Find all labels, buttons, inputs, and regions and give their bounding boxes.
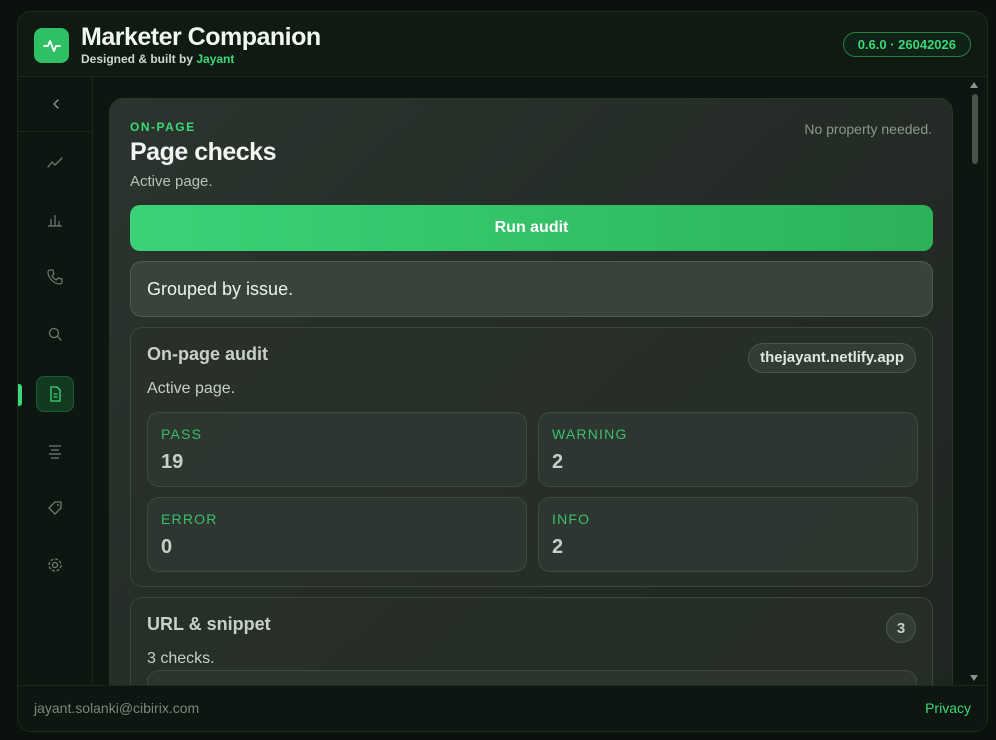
check-count-badge: 3 bbox=[886, 613, 916, 643]
align-center-icon bbox=[49, 445, 61, 459]
app-title: Marketer Companion bbox=[81, 23, 321, 51]
scrollbar-thumb[interactable] bbox=[972, 94, 978, 164]
author-link[interactable]: Jayant bbox=[196, 52, 234, 66]
stat-value: 2 bbox=[552, 451, 564, 473]
nav-analytics[interactable] bbox=[36, 202, 74, 238]
section-eyebrow: ON-PAGE bbox=[130, 120, 196, 134]
nav-search[interactable] bbox=[36, 316, 74, 352]
audit-card-subtitle: Active page. bbox=[147, 380, 236, 397]
run-audit-button[interactable]: Run audit bbox=[130, 205, 933, 251]
nav-page-checks[interactable] bbox=[36, 376, 74, 412]
nav-calls[interactable] bbox=[36, 259, 74, 295]
app-window: Marketer Companion Designed & built by J… bbox=[17, 11, 988, 732]
on-page-audit-card: On-page audit thejayant.netlify.app Acti… bbox=[130, 327, 933, 587]
stat-pass: PASS 19 bbox=[147, 412, 527, 487]
stat-label: WARNING bbox=[552, 426, 628, 442]
sidebar bbox=[18, 77, 93, 685]
app-credit: Designed & built by Jayant bbox=[81, 52, 234, 66]
stat-value: 0 bbox=[161, 536, 173, 558]
url-card-title: URL & snippet bbox=[147, 614, 271, 634]
activity-pulse-icon bbox=[34, 28, 69, 63]
grouping-text: Grouped by issue. bbox=[147, 278, 294, 299]
bar-chart-icon bbox=[48, 215, 62, 227]
audit-card-title: On-page audit bbox=[147, 344, 268, 364]
tag-icon bbox=[48, 501, 62, 515]
page-title: Page checks bbox=[130, 138, 277, 166]
stat-error: ERROR 0 bbox=[147, 497, 527, 572]
nav-settings[interactable] bbox=[36, 547, 74, 583]
chevron-left-icon bbox=[52, 99, 59, 109]
privacy-link[interactable]: Privacy bbox=[925, 700, 971, 716]
version-badge: 0.6.0 · 26042026 bbox=[842, 32, 971, 57]
scroll-up-arrow[interactable] bbox=[970, 82, 978, 88]
phone-icon bbox=[47, 269, 63, 285]
credit-prefix: Designed & built by bbox=[81, 52, 194, 66]
app-footer: jayant.solanki@cibirix.com Privacy bbox=[18, 685, 987, 731]
search-icon bbox=[48, 327, 62, 341]
stat-value: 19 bbox=[161, 451, 184, 473]
stat-warning: WARNING 2 bbox=[538, 412, 918, 487]
active-indicator bbox=[18, 384, 22, 406]
property-note: No property needed. bbox=[804, 121, 932, 137]
domain-badge: thejayant.netlify.app bbox=[748, 343, 916, 373]
nav-tags[interactable] bbox=[36, 490, 74, 526]
grouping-notice: Grouped by issue. bbox=[130, 261, 933, 317]
app-header: Marketer Companion Designed & built by J… bbox=[18, 12, 987, 77]
stat-value: 2 bbox=[552, 536, 564, 558]
user-email: jayant.solanki@cibirix.com bbox=[34, 700, 200, 716]
stat-label: INFO bbox=[552, 511, 591, 527]
gear-icon bbox=[48, 558, 62, 572]
url-snippet-card[interactable]: URL & snippet 3 3 checks. bbox=[130, 597, 933, 697]
nav-trends[interactable] bbox=[36, 145, 74, 181]
nav-content[interactable] bbox=[36, 433, 74, 469]
collapse-sidebar-button[interactable] bbox=[18, 77, 93, 132]
stat-label: ERROR bbox=[161, 511, 218, 527]
document-icon bbox=[50, 386, 61, 402]
trend-line-icon bbox=[47, 157, 63, 168]
url-card-subtitle: 3 checks. bbox=[147, 650, 215, 667]
stat-label: PASS bbox=[161, 426, 203, 442]
scroll-down-arrow[interactable] bbox=[970, 675, 978, 681]
page-checks-panel: ON-PAGE Page checks Active page. No prop… bbox=[109, 98, 953, 698]
stat-info: INFO 2 bbox=[538, 497, 918, 572]
page-subtitle: Active page. bbox=[130, 173, 213, 190]
